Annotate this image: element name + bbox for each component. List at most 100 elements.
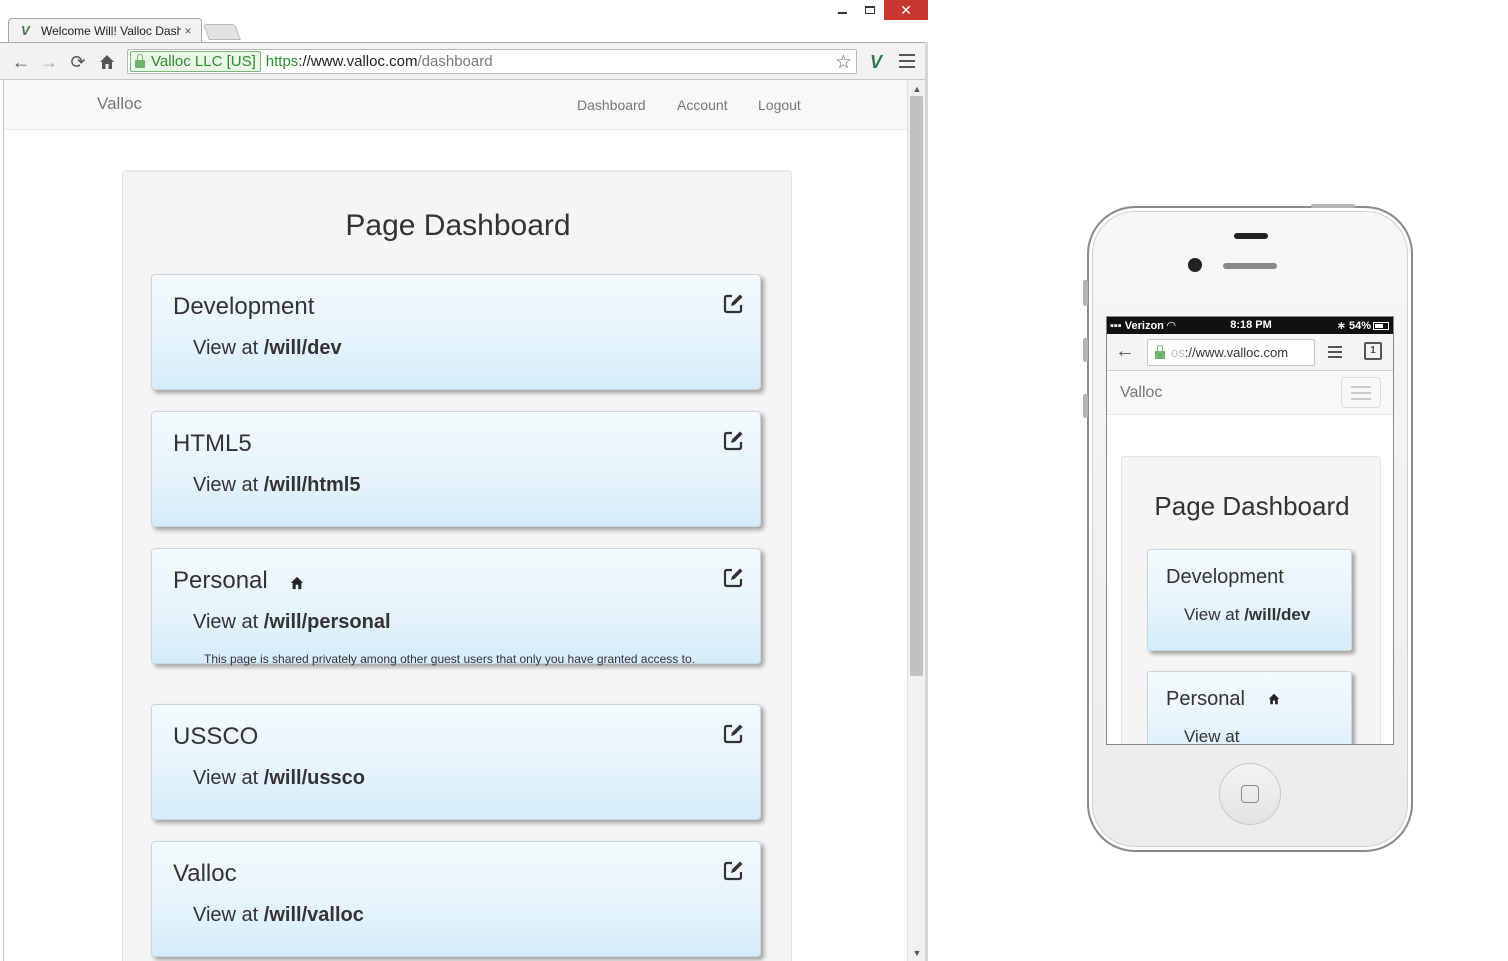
arrow-right-icon: → (40, 51, 58, 72)
card-view-link[interactable]: View at /will/valloc (193, 904, 364, 927)
page-card-development[interactable]: Development View at /will/dev (151, 274, 761, 390)
phone-top-slot (1234, 233, 1268, 239)
minimize-button[interactable] (828, 0, 856, 20)
arrow-left-icon[interactable]: ← (1115, 340, 1135, 363)
card-title: Valloc (173, 860, 237, 887)
maximize-button[interactable] (856, 0, 884, 20)
browser-toolbar: ← → ⟳ Valloc LLC [US] https://www.valloc… (0, 42, 928, 80)
url-path: /dashboard (417, 53, 493, 70)
card-view-link[interactable]: View at /will/dev (193, 337, 342, 360)
phone-volume-up (1083, 338, 1088, 362)
tabs-counter-icon[interactable]: 1 (1364, 342, 1382, 360)
reload-icon: ⟳ (70, 51, 86, 72)
address-bar[interactable]: Valloc LLC [US] https://www.valloc.com/d… (127, 49, 857, 74)
reload-button[interactable]: ⟳ (67, 51, 89, 73)
page-card-html5[interactable]: HTML5 View at /will/html5 (151, 411, 761, 527)
card-title: Development (173, 293, 315, 320)
card-sharing-note: This page is shared privately among othe… (204, 652, 695, 666)
dashboard-panel: Page Dashboard Development View at /will… (122, 170, 792, 961)
phone-address-bar[interactable]: os://www.valloc.com (1147, 339, 1315, 366)
forward-button[interactable]: → (38, 51, 60, 73)
battery-indicator: ∗ 54% (1337, 319, 1389, 332)
card-view-link[interactable]: View at /will/ussco (193, 767, 365, 790)
lock-icon (135, 53, 145, 68)
url-text: ://www.valloc.com (1184, 345, 1289, 360)
edit-icon[interactable] (722, 567, 744, 589)
ev-label: Valloc LLC [US] (151, 53, 256, 70)
vertical-scrollbar[interactable]: ▲ ▼ (907, 80, 925, 961)
back-button[interactable]: ← (10, 51, 32, 73)
tab-close-icon[interactable]: × (181, 24, 195, 38)
site-navbar: Valloc Dashboard Account Logout (4, 80, 908, 130)
home-icon (1268, 693, 1280, 705)
phone-power-button (1311, 204, 1355, 208)
phone-home-button[interactable] (1219, 763, 1281, 825)
phone-browser-toolbar: ← os://www.valloc.com 1 (1107, 334, 1393, 371)
card-title: Personal (1166, 688, 1245, 710)
page-card-ussco[interactable]: USSCO View at /will/ussco (151, 704, 761, 820)
url-faded: os (1171, 345, 1185, 360)
page-card-personal[interactable]: Personal View at /will/personal This pag… (151, 548, 761, 666)
page-title: Page Dashboard (1154, 491, 1350, 521)
edit-icon[interactable] (722, 860, 744, 882)
phone-earpiece (1223, 263, 1277, 269)
phone-volume-down (1083, 394, 1088, 418)
front-camera-icon (1188, 258, 1202, 272)
valloc-extension-icon[interactable]: V (866, 52, 886, 72)
title-bar: V Welcome Will! Valloc Dash × ✕ (0, 0, 928, 43)
scroll-down-arrow-icon[interactable]: ▼ (908, 946, 926, 960)
valloc-favicon-icon: V (21, 23, 30, 38)
page-viewport: Valloc Dashboard Account Logout Page Das… (3, 80, 908, 961)
browser-menu-icon[interactable] (899, 54, 915, 68)
url-host: ://www.valloc.com (298, 53, 418, 70)
tab-title: Welcome Will! Valloc Dash (41, 24, 181, 38)
arrow-left-icon: ← (12, 51, 30, 72)
edit-icon[interactable] (722, 723, 744, 745)
phone-mockup: ▪▪▪ Verizon ◠ 8:18 PM ∗ 54% ← os://www.v… (1083, 204, 1413, 852)
site-brand[interactable]: Valloc (1120, 384, 1162, 402)
home-button[interactable] (96, 51, 118, 73)
phone-mute-switch (1083, 280, 1088, 306)
scrollbar-thumb[interactable] (910, 96, 923, 676)
phone-site-navbar: Valloc (1107, 372, 1393, 415)
phone-status-bar: ▪▪▪ Verizon ◠ 8:18 PM ∗ 54% (1107, 317, 1393, 334)
home-icon (290, 576, 304, 590)
card-title: USSCO (173, 723, 259, 750)
phone-dashboard-panel: Page Dashboard Development View at /will… (1121, 456, 1381, 744)
card-title: Personal (173, 567, 268, 594)
page-card-valloc[interactable]: Valloc View at /will/valloc (151, 841, 761, 957)
window-border (925, 42, 928, 961)
edit-icon[interactable] (722, 293, 744, 315)
nav-link-logout[interactable]: Logout (758, 97, 801, 113)
edit-icon[interactable] (722, 430, 744, 452)
home-icon (100, 55, 114, 69)
phone-screen: ▪▪▪ Verizon ◠ 8:18 PM ∗ 54% ← os://www.v… (1106, 316, 1394, 745)
new-tab-button[interactable] (203, 24, 241, 40)
bookmark-star-icon[interactable]: ☆ (835, 51, 852, 74)
card-view-link[interactable]: View at /will/html5 (193, 474, 360, 497)
card-view-link[interactable]: View at /will/personal (193, 611, 391, 634)
close-window-button[interactable]: ✕ (884, 0, 928, 20)
tab-active[interactable]: V Welcome Will! Valloc Dash × (8, 18, 202, 43)
nav-link-dashboard[interactable]: Dashboard (577, 97, 646, 113)
home-square-icon (1241, 785, 1259, 803)
card-view-link[interactable]: View at /will/dev (1184, 605, 1310, 625)
ev-certificate-badge[interactable]: Valloc LLC [US] (130, 51, 261, 72)
card-title: Development (1166, 566, 1284, 588)
page-title: Page Dashboard (345, 209, 571, 242)
url-scheme: https (265, 53, 299, 70)
battery-icon (1373, 322, 1389, 330)
navbar-toggle-button[interactable] (1341, 377, 1381, 408)
nav-link-account[interactable]: Account (677, 97, 728, 113)
card-title: HTML5 (173, 430, 252, 457)
phone-menu-icon[interactable] (1328, 346, 1342, 358)
scroll-up-arrow-icon[interactable]: ▲ (908, 82, 926, 96)
phone-card-development[interactable]: Development View at /will/dev (1147, 549, 1352, 651)
phone-card-personal[interactable]: Personal View at (1147, 671, 1352, 744)
maximize-icon (865, 6, 875, 14)
bluetooth-icon: ∗ (1336, 320, 1346, 332)
card-view-link[interactable]: View at (1184, 727, 1239, 744)
site-brand[interactable]: Valloc (97, 94, 142, 114)
browser-window: V Welcome Will! Valloc Dash × ✕ ← → ⟳ Va… (0, 0, 928, 961)
lock-icon (1155, 344, 1165, 359)
